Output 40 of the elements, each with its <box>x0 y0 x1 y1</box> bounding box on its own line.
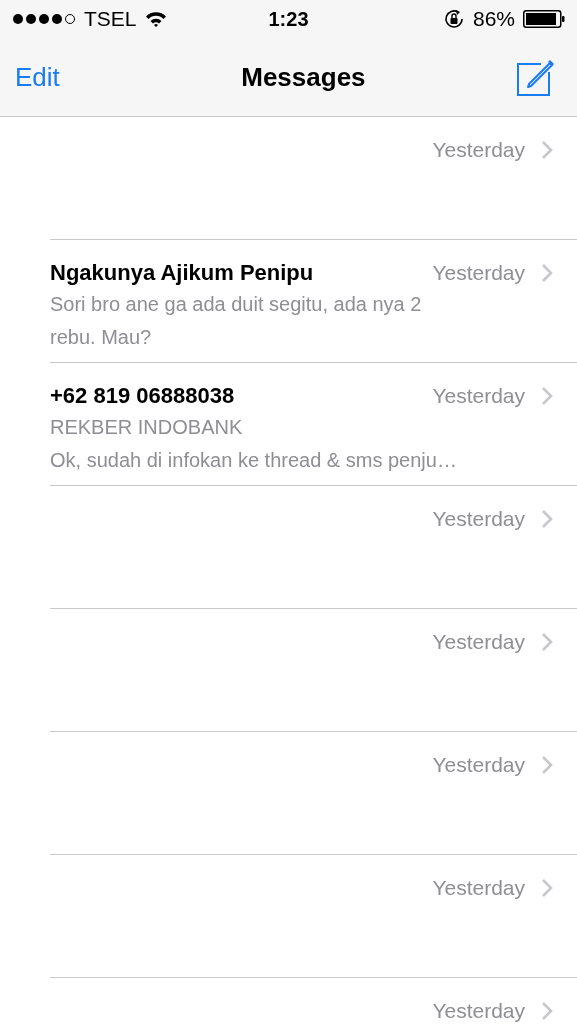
chevron-icon <box>541 1001 553 1021</box>
carrier-name: TSEL <box>84 7 137 31</box>
edit-button[interactable]: Edit <box>15 61 60 93</box>
message-time: Yesterday <box>432 999 525 1023</box>
message-preview: Sori bro ane ga ada duit segitu, ada nya 2 <box>50 292 423 317</box>
compose-icon[interactable] <box>517 57 555 97</box>
conversation-row[interactable]: Yesterday <box>50 978 577 1024</box>
conversation-row[interactable]: Yesterday <box>50 486 577 609</box>
contact-name: Ngakunya Ajikum Penipu <box>50 260 315 286</box>
chevron-icon <box>541 509 553 529</box>
message-preview: REKBER INDOBANK <box>50 415 244 440</box>
chevron-icon <box>541 878 553 898</box>
message-preview: Ok, sudah di infokan ke thread & sms penju… <box>50 448 458 473</box>
battery-icon <box>523 10 565 28</box>
message-time: Yesterday <box>432 384 525 408</box>
message-time: Yesterday <box>432 261 525 285</box>
chevron-icon <box>541 386 553 406</box>
rotation-lock-icon <box>442 8 465 30</box>
message-preview: rebu. Mau? <box>50 325 153 350</box>
chevron-icon <box>541 140 553 160</box>
chevron-icon <box>541 632 553 652</box>
wifi-icon <box>144 11 167 27</box>
chevron-icon <box>541 755 553 775</box>
screen-title: Messages <box>241 61 366 93</box>
message-time: Yesterday <box>432 630 525 654</box>
conversation-row[interactable]: Yesterday <box>50 609 577 732</box>
conversation-row[interactable]: Ngakunya Ajikum Penipu Yesterday Sori bro ane ga ada duit segitu, ada nya 2 rebu. Mau? <box>50 240 577 363</box>
message-time: Yesterday <box>432 507 525 531</box>
contact-name: +62 819 06888038 <box>50 383 236 409</box>
message-time: Yesterday <box>432 753 525 777</box>
signal-icon <box>12 13 76 25</box>
message-time: Yesterday <box>432 876 525 900</box>
message-time: Yesterday <box>432 138 525 162</box>
battery-percent: 86% <box>472 7 515 31</box>
chevron-icon <box>541 263 553 283</box>
status-time: 1:23 <box>268 7 309 31</box>
conversation-row[interactable]: +62 819 06888038 Yesterday REKBER INDOBANK Ok, sudah di infokan ke thread & sms penju… <box>50 363 577 486</box>
conversation-row[interactable]: Yesterday <box>50 117 577 240</box>
conversation-row[interactable]: Yesterday <box>50 855 577 978</box>
conversation-row[interactable]: Yesterday <box>50 732 577 855</box>
